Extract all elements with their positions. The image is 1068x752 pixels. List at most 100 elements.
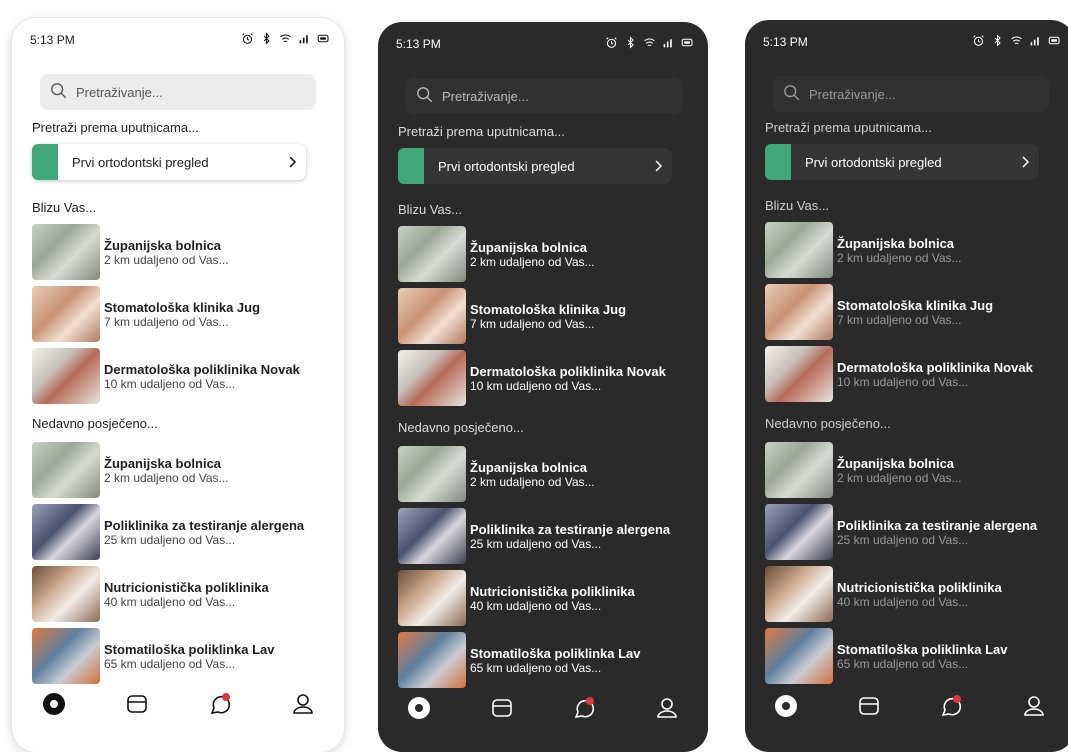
place-distance: 2 km udaljeno od Vas...	[837, 250, 962, 265]
referral-card[interactable]: Prvi ortodontski pregled	[765, 144, 1039, 180]
status-time: 5:13 PM	[763, 35, 808, 49]
list-item[interactable]: Stomatiloška poliklinka Lav 65 km udalje…	[398, 632, 698, 688]
place-photo	[765, 566, 833, 622]
list-item[interactable]: Stomatiloška poliklinka Lav 65 km udalje…	[765, 628, 1065, 684]
wifi-icon	[643, 36, 656, 52]
list-item[interactable]: Dermatološka poliklinika Novak 10 km uda…	[765, 346, 1065, 402]
search-placeholder: Pretraživanje...	[442, 88, 529, 104]
place-distance: 7 km udaljeno od Vas...	[104, 314, 229, 329]
place-photo	[32, 566, 100, 622]
list-item[interactable]: Županijska bolnica 2 km udaljeno od Vas.…	[32, 442, 332, 498]
place-name: Stomatiloška poliklinka Lav	[470, 645, 641, 661]
place-name: Dermatološka poliklinika Novak	[837, 359, 1033, 375]
chevron-right-icon	[1011, 155, 1039, 169]
phone-screen-light: 5:13 PM Pretraživanje... Pretraži prema …	[12, 18, 344, 752]
chat-icon[interactable]	[938, 693, 964, 724]
search-input[interactable]: Pretraživanje...	[773, 76, 1049, 112]
list-item[interactable]: Županijska bolnica 2 km udaljeno od Vas.…	[398, 226, 698, 282]
list-item[interactable]: Nutricionistička poliklinika 40 km udalj…	[32, 566, 332, 622]
place-distance: 10 km udaljeno od Vas...	[104, 376, 236, 391]
place-distance: 10 km udaljeno od Vas...	[837, 374, 969, 389]
place-distance: 65 km udaljeno od Vas...	[104, 656, 236, 671]
place-photo	[398, 508, 466, 564]
place-name: Poliklinika za testiranje alergena	[104, 517, 305, 533]
battery-icon	[681, 36, 694, 52]
place-name: Dermatološka poliklinika Novak	[470, 363, 666, 379]
list-item[interactable]: Županijska bolnica 2 km udaljeno od Vas.…	[765, 442, 1065, 498]
alarm-icon	[972, 34, 985, 50]
place-name: Nutricionistička poliklinika	[104, 579, 269, 595]
section-heading-nearby: Blizu Vas...	[32, 200, 97, 215]
place-name: Stomatološka klinika Jug	[470, 301, 627, 317]
place-photo	[32, 348, 100, 404]
list-item[interactable]: Stomatološka klinika Jug 7 km udaljeno o…	[398, 288, 698, 344]
signal-icon	[1029, 34, 1042, 50]
bluetooth-icon	[260, 32, 273, 48]
chevron-right-icon	[644, 159, 672, 173]
chat-icon[interactable]	[571, 695, 597, 726]
search-icon	[783, 84, 801, 105]
place-photo	[398, 632, 466, 688]
wifi-icon	[279, 32, 292, 48]
place-photo	[32, 286, 100, 342]
status-time: 5:13 PM	[396, 37, 441, 51]
place-name: Županijska bolnica	[470, 239, 588, 255]
place-distance: 40 km udaljeno od Vas...	[104, 594, 236, 609]
place-distance: 7 km udaljeno od Vas...	[837, 312, 962, 327]
chat-icon[interactable]	[207, 691, 233, 722]
wallet-icon[interactable]	[124, 691, 150, 722]
place-photo	[398, 226, 466, 282]
list-item[interactable]: Dermatološka poliklinika Novak 10 km uda…	[398, 350, 698, 406]
list-item[interactable]: Stomatološka klinika Jug 7 km udaljeno o…	[765, 284, 1065, 340]
profile-icon[interactable]	[654, 695, 680, 726]
profile-icon[interactable]	[1021, 693, 1047, 724]
battery-icon	[1048, 34, 1061, 50]
place-photo	[32, 224, 100, 280]
list-item[interactable]: Nutricionistička poliklinika 40 km udalj…	[765, 566, 1065, 622]
place-distance: 40 km udaljeno od Vas...	[837, 594, 969, 609]
phone-screen-muted: 5:13 PM Pretraživanje... Pretraži prema …	[745, 20, 1068, 752]
home-icon[interactable]	[41, 691, 67, 722]
list-item[interactable]: Županijska bolnica 2 km udaljeno od Vas.…	[32, 224, 332, 280]
place-distance: 10 km udaljeno od Vas...	[470, 378, 602, 393]
referral-card[interactable]: Prvi ortodontski pregled	[32, 144, 306, 180]
place-name: Stomatiloška poliklinka Lav	[104, 641, 275, 657]
list-item[interactable]: Poliklinika za testiranje alergena 25 km…	[765, 504, 1065, 560]
place-photo	[32, 442, 100, 498]
status-bar: 5:13 PM	[396, 34, 694, 54]
list-item[interactable]: Županijska bolnica 2 km udaljeno od Vas.…	[398, 446, 698, 502]
wallet-icon[interactable]	[856, 693, 882, 724]
alarm-icon	[241, 32, 254, 48]
place-photo	[398, 288, 466, 344]
list-item[interactable]: Stomatološka klinika Jug 7 km udaljeno o…	[32, 286, 332, 342]
list-item[interactable]: Županijska bolnica 2 km udaljeno od Vas.…	[765, 222, 1065, 278]
alarm-icon	[605, 36, 618, 52]
wallet-icon[interactable]	[489, 695, 515, 726]
search-input[interactable]: Pretraživanje...	[406, 78, 682, 114]
list-item[interactable]: Dermatološka poliklinika Novak 10 km uda…	[32, 348, 332, 404]
search-input[interactable]: Pretraživanje...	[40, 74, 316, 110]
profile-icon[interactable]	[290, 691, 316, 722]
list-item[interactable]: Poliklinika za testiranje alergena 25 km…	[32, 504, 332, 560]
phone-screen-dark: 5:13 PM Pretraživanje... Pretraži prema …	[378, 22, 708, 752]
signal-icon	[298, 32, 311, 48]
bottom-nav	[745, 688, 1068, 728]
place-distance: 2 km udaljeno od Vas...	[470, 474, 595, 489]
home-icon[interactable]	[773, 693, 799, 724]
place-name: Županijska bolnica	[470, 459, 588, 475]
place-distance: 2 km udaljeno od Vas...	[470, 254, 595, 269]
list-item[interactable]: Nutricionistička poliklinika 40 km udalj…	[398, 570, 698, 626]
place-photo	[765, 346, 833, 402]
list-item[interactable]: Poliklinika za testiranje alergena 25 km…	[398, 508, 698, 564]
home-icon[interactable]	[406, 695, 432, 726]
referral-label: Prvi ortodontski pregled	[805, 154, 942, 170]
place-distance: 25 km udaljeno od Vas...	[837, 532, 969, 547]
chevron-right-icon	[278, 155, 306, 169]
place-distance: 65 km udaljeno od Vas...	[470, 660, 602, 675]
search-placeholder: Pretraživanje...	[76, 84, 163, 100]
section-heading-recent: Nedavno posječeno...	[398, 420, 524, 435]
place-photo	[765, 504, 833, 560]
place-distance: 7 km udaljeno od Vas...	[470, 316, 595, 331]
list-item[interactable]: Stomatiloška poliklinka Lav 65 km udalje…	[32, 628, 332, 684]
referral-card[interactable]: Prvi ortodontski pregled	[398, 148, 672, 184]
